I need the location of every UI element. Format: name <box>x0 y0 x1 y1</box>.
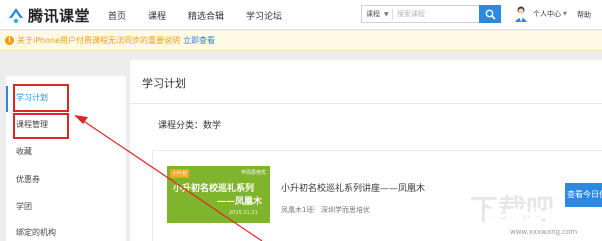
watermark-url: www.xxxwang.com <box>510 228 578 236</box>
watermark: 下载吧 云南龙网 www.xxxwang.com <box>470 188 602 241</box>
watermark-logo: 云南龙网 <box>485 206 566 231</box>
